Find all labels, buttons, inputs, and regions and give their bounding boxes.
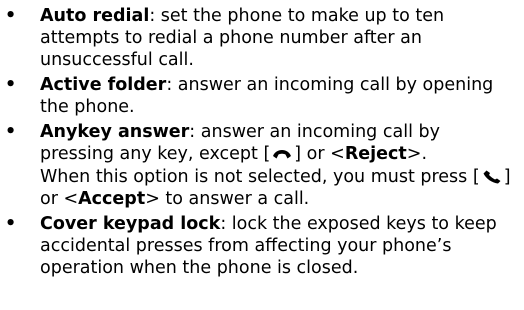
description-anykey-answer-part2: ] or < xyxy=(294,144,345,164)
list-item-cover-keypad-lock: • Cover keypad lock: lock the exposed ke… xyxy=(0,213,524,279)
document-page: • Auto redial: set the phone to make up … xyxy=(0,0,524,310)
term-auto-redial: Auto redial xyxy=(40,6,150,26)
bullet-icon: • xyxy=(5,214,17,234)
term-active-folder: Active folder xyxy=(40,75,167,95)
note-part1: When this option is not selected, you mu… xyxy=(40,167,480,187)
settings-option-list: • Auto redial: set the phone to make up … xyxy=(0,5,524,279)
note-part3: > to answer a call. xyxy=(145,189,310,209)
bullet-icon: • xyxy=(5,75,17,95)
bullet-icon: • xyxy=(5,122,17,142)
reject-softkey-label: Reject xyxy=(344,144,407,164)
description-anykey-answer-part3: >. xyxy=(406,144,428,164)
list-item-auto-redial: • Auto redial: set the phone to make up … xyxy=(0,5,524,71)
term-anykey-answer: Anykey answer xyxy=(40,122,190,142)
anykey-answer-note: When this option is not selected, you mu… xyxy=(40,166,516,210)
list-item-active-folder: • Active folder: answer an incoming call… xyxy=(0,74,524,118)
list-item-anykey-answer: • Anykey answer: answer an incoming call… xyxy=(0,121,524,210)
accept-softkey-label: Accept xyxy=(78,189,146,209)
end-call-key-icon xyxy=(272,145,292,161)
term-cover-keypad-lock: Cover keypad lock xyxy=(40,214,221,234)
send-call-key-icon xyxy=(482,168,502,184)
bullet-icon: • xyxy=(5,6,17,26)
